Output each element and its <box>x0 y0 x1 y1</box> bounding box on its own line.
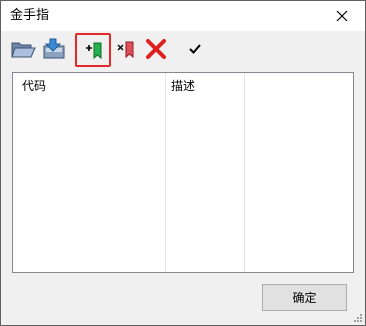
open-folder-icon <box>11 42 36 58</box>
add-code-icon <box>86 42 102 60</box>
column-divider[interactable] <box>244 73 245 272</box>
column-divider[interactable] <box>165 73 166 272</box>
title-bar: 金手指 <box>1 1 365 31</box>
import-button[interactable] <box>40 34 70 64</box>
column-header-description[interactable]: 描述 <box>171 79 195 93</box>
toolbar <box>1 31 365 67</box>
open-button[interactable] <box>8 34 38 64</box>
import-icon <box>43 38 65 59</box>
remove-code-button[interactable] <box>110 34 140 64</box>
close-button[interactable] <box>319 1 365 31</box>
apply-button[interactable] <box>180 34 210 64</box>
apply-check-icon <box>189 44 201 54</box>
delete-icon <box>146 39 166 59</box>
ok-button[interactable]: 确定 <box>262 284 347 311</box>
resize-grip-icon[interactable] <box>351 311 363 323</box>
window-title: 金手指 <box>10 8 50 23</box>
add-code-button[interactable] <box>75 33 111 67</box>
remove-code-icon <box>117 41 134 59</box>
delete-button[interactable] <box>141 34 171 64</box>
close-icon <box>336 10 348 22</box>
cheat-code-list[interactable]: 代码 描述 <box>12 72 354 273</box>
column-header-code[interactable]: 代码 <box>22 79 46 93</box>
cheat-dialog: 金手指 代码 描述 确定 <box>0 0 366 326</box>
